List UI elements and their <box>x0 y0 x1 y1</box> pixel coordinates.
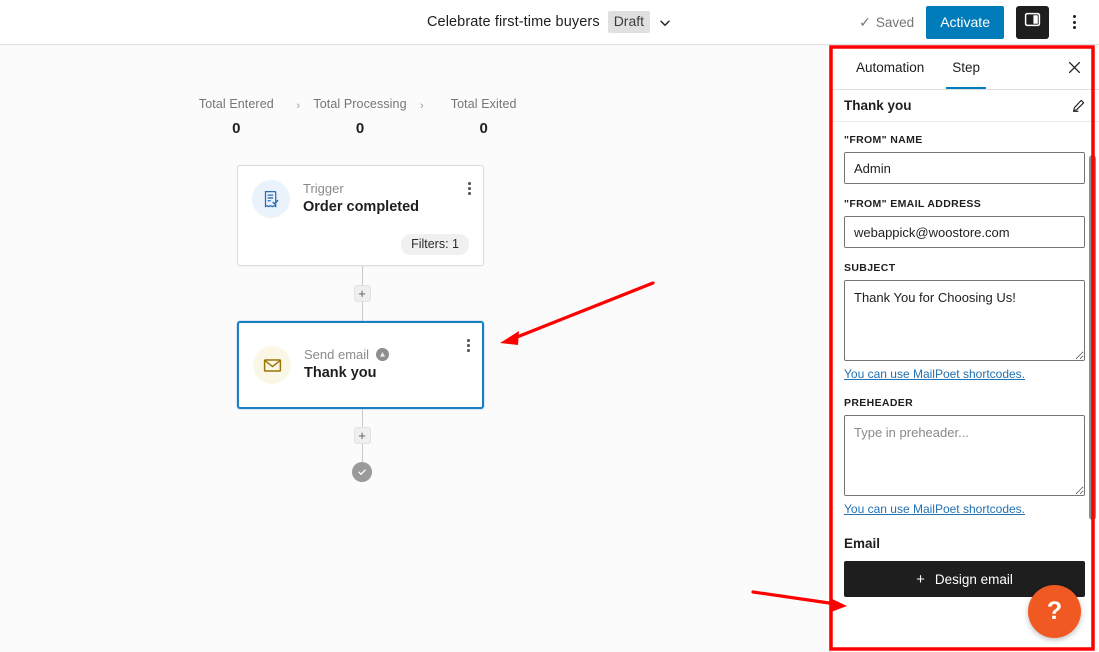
from-name-input[interactable] <box>844 152 1085 184</box>
stat-label: Total Entered <box>198 97 274 111</box>
stat-label: Total Processing <box>313 97 407 111</box>
saved-status: ✓ Saved <box>859 15 914 30</box>
sidebar-toggle-button[interactable] <box>1016 5 1049 39</box>
help-button[interactable]: ? <box>1028 585 1081 638</box>
stat-total-entered: Total Entered 0 <box>181 97 291 137</box>
from-email-field-group: "FROM" EMAIL ADDRESS <box>844 198 1085 248</box>
plus-icon: + <box>916 570 925 588</box>
subject-label: SUBJECT <box>844 262 896 274</box>
subject-input[interactable] <box>844 280 1085 361</box>
trigger-step-card[interactable]: Trigger Order completed Filters: 1 <box>237 165 484 266</box>
top-actions: ✓ Saved Activate <box>859 0 1087 44</box>
stat-value: 0 <box>232 120 241 137</box>
stat-total-exited: Total Exited 0 <box>429 97 539 137</box>
send-email-kicker-label: Send email <box>304 347 370 362</box>
activate-button[interactable]: Activate <box>926 5 1004 39</box>
sidebar-panel-icon <box>1024 11 1041 33</box>
tab-step[interactable]: Step <box>938 45 994 89</box>
page-title: Celebrate first-time buyers <box>426 14 600 30</box>
receipt-check-icon <box>252 180 290 218</box>
close-icon[interactable] <box>1061 45 1087 90</box>
from-email-label: "FROM" EMAIL ADDRESS <box>844 198 982 210</box>
stat-value: 0 <box>479 120 488 137</box>
stat-separator-icon: › <box>296 100 300 112</box>
subject-field-group: SUBJECT You can use MailPoet shortcodes. <box>844 262 1085 383</box>
stats-summary: Total Entered 0 › Total Processing 0 › T… <box>0 97 720 137</box>
pencil-icon[interactable] <box>1072 99 1085 112</box>
panel-tab-bar: Automation Step <box>830 45 1099 90</box>
alert-triangle-icon[interactable] <box>376 348 390 361</box>
connector-line <box>361 409 363 427</box>
email-section-title: Email <box>844 536 881 551</box>
tab-automation[interactable]: Automation <box>842 45 938 89</box>
trigger-step-kicker: Trigger <box>303 181 344 196</box>
add-step-button-2[interactable]: + <box>353 427 371 444</box>
from-name-label: "FROM" NAME <box>844 134 923 146</box>
panel-step-name: Thank you <box>844 98 912 113</box>
panel-form: "FROM" NAME "FROM" EMAIL ADDRESS SUBJECT… <box>830 122 1099 652</box>
send-email-step-menu-button[interactable] <box>465 337 472 357</box>
connector-line <box>361 444 363 462</box>
preheader-field-group: PREHEADER You can use MailPoet shortcode… <box>844 397 1085 518</box>
stat-value: 0 <box>355 120 365 137</box>
check-circle-icon <box>352 462 372 482</box>
send-email-step-card[interactable]: Send email Thank you <box>237 321 484 409</box>
automation-editor-screen: Celebrate first-time buyers Draft ✓ Save… <box>0 0 1099 652</box>
preheader-input[interactable] <box>844 415 1085 496</box>
top-toolbar: Celebrate first-time buyers Draft ✓ Save… <box>0 0 1099 45</box>
panel-step-header: Thank you <box>830 90 1099 122</box>
envelope-icon <box>253 346 291 384</box>
from-email-input[interactable] <box>844 216 1085 248</box>
stat-total-processing: Total Processing 0 <box>305 97 415 137</box>
saved-label: Saved <box>875 14 915 30</box>
status-badge: Draft <box>607 11 651 33</box>
panel-vertical-scrollbar[interactable] <box>1089 155 1096 520</box>
chevron-down-icon[interactable] <box>658 16 672 30</box>
connector-line <box>361 302 363 321</box>
design-email-label: Design email <box>934 571 1013 587</box>
more-options-button[interactable] <box>1061 7 1087 37</box>
trigger-step-title: Order completed <box>303 199 420 215</box>
step-settings-panel: Automation Step Thank you "FROM" NAME Ad… <box>829 45 1099 652</box>
filters-badge[interactable]: Filters: 1 <box>401 234 469 255</box>
send-email-step-kicker: Send email <box>304 347 468 362</box>
from-name-field-group: "FROM" NAME <box>844 134 1085 184</box>
subject-shortcodes-link[interactable]: You can use MailPoet shortcodes. <box>844 367 1025 381</box>
check-icon: ✓ <box>859 14 871 30</box>
kebab-menu-icon <box>1072 15 1076 29</box>
preheader-label: PREHEADER <box>844 397 914 409</box>
automation-flow: Trigger Order completed Filters: 1 + Sen… <box>237 165 487 482</box>
connector-line <box>361 266 363 285</box>
stat-separator-icon: › <box>420 100 424 112</box>
send-email-step-title: Thank you <box>304 365 377 381</box>
trigger-step-menu-button[interactable] <box>466 180 473 200</box>
preheader-shortcodes-link[interactable]: You can use MailPoet shortcodes. <box>844 502 1025 516</box>
add-step-button-1[interactable]: + <box>353 285 371 302</box>
automation-canvas: Total Entered 0 › Total Processing 0 › T… <box>0 45 829 652</box>
stat-label: Total Exited <box>450 97 517 111</box>
